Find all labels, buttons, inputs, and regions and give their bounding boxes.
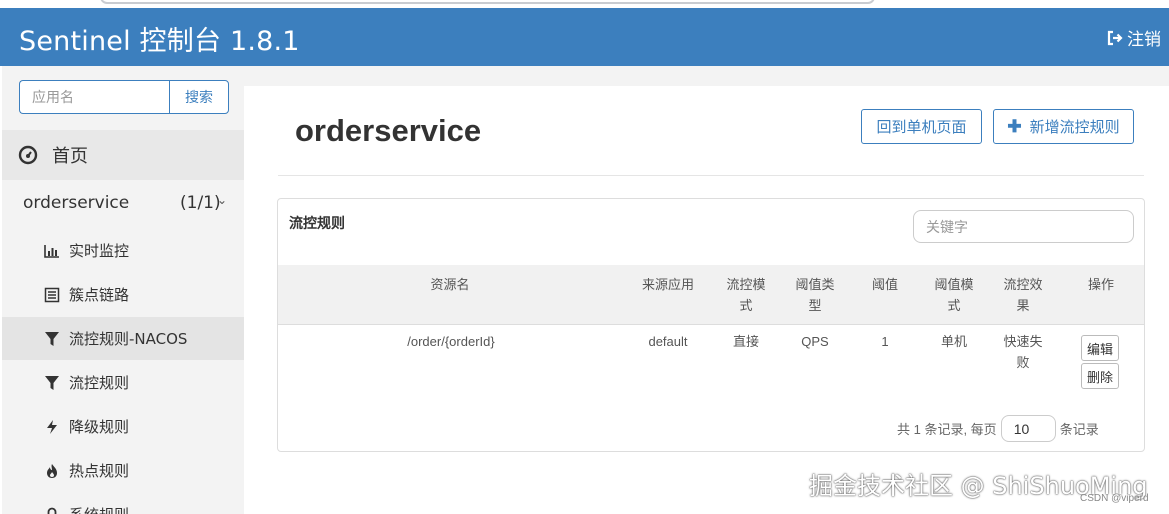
cell-mode: 直接 (732, 334, 759, 349)
cell-source: default (648, 334, 688, 349)
logout-label: 注销 (1127, 30, 1161, 50)
col-effect: 流控效 果 (995, 274, 1051, 316)
sidebar-item-label: 降级规则 (69, 418, 130, 436)
back-to-machine-button[interactable]: 回到单机页面 (861, 109, 982, 144)
sidebar-item-label: 流控规则 (69, 374, 130, 392)
fire-icon (44, 463, 60, 479)
edit-button[interactable]: 编辑 (1081, 335, 1119, 361)
sidebar-item-flow[interactable]: 流控规则 (2, 361, 244, 404)
col-effect-line2: 果 (1016, 298, 1030, 313)
col-mode: 流控模 式 (718, 274, 774, 316)
pagination: 共 1 条记录, 每页 条记录 (897, 415, 1099, 442)
col-effect-line1: 流控效 (1003, 277, 1043, 292)
app-search-input[interactable] (19, 80, 169, 114)
plus-icon: ✚ (1007, 116, 1022, 136)
cell-threshold: 1 (881, 334, 889, 349)
keyword-search-input[interactable] (913, 210, 1134, 243)
title-divider (278, 175, 1144, 176)
sidebar-item-realtime[interactable]: 实时监控 (2, 229, 244, 272)
col-threshold-mode-line2: 式 (947, 298, 961, 313)
delete-button[interactable]: 删除 (1081, 363, 1119, 389)
panel-title: 流控规则 (289, 215, 345, 231)
sidebar-item-flow-nacos[interactable]: 流控规则-NACOS (2, 317, 244, 360)
cell-effect-line2: 败 (1016, 355, 1030, 370)
sidebar-app-name: orderservice (23, 193, 130, 213)
cell-effect-line1: 快速失 (1003, 334, 1043, 349)
address-pill[interactable] (100, 0, 875, 4)
page-title: orderservice (295, 113, 482, 148)
browser-address-bar (0, 0, 1169, 8)
col-threshold-type: 阈值类 型 (787, 274, 843, 316)
col-threshold-mode-line1: 阈值模 (934, 277, 974, 292)
top-header: Sentinel 控制台 1.8.1 注销 (0, 8, 1169, 66)
col-threshold-mode: 阈值模 式 (926, 274, 982, 316)
csdn-mark: CSDN @viperd (1080, 493, 1149, 504)
bolt-icon (44, 419, 60, 435)
col-resource: 资源名 (430, 277, 470, 292)
dashboard-icon (18, 145, 38, 165)
sidebar-item-cluster[interactable]: 簇点链路 (2, 273, 244, 316)
logout-link[interactable]: 注销 (1106, 25, 1161, 50)
filter-icon (44, 375, 60, 391)
sidebar-item-hotspot[interactable]: 热点规则 (2, 449, 244, 492)
add-flow-rule-button[interactable]: ✚ 新增流控规则 (993, 109, 1134, 144)
col-mode-line1: 流控模 (726, 277, 766, 292)
app-title: Sentinel 控制台 1.8.1 (19, 26, 300, 57)
sidebar-app-toggle[interactable]: orderservice (1/1) ⌄ (2, 180, 244, 226)
cell-resource: /order/{orderId} (407, 334, 495, 349)
bar-chart-icon (44, 243, 60, 259)
list-icon (44, 287, 60, 303)
sidebar-app-count: (1/1) (180, 193, 221, 213)
sidebar-home-label: 首页 (52, 146, 88, 167)
pager-prefix: 共 1 条记录, 每页 (897, 422, 997, 437)
flow-rule-panel: 流控规则 资源名 来源应用 流控模 式 阈值类 型 阈值 阈值模 式 流控效 果… (277, 198, 1145, 452)
col-threshold: 阈值 (871, 277, 898, 292)
sidebar-item-label: 簇点链路 (69, 286, 130, 304)
col-threshold-type-line2: 型 (808, 298, 822, 313)
add-flow-rule-label: 新增流控规则 (1029, 119, 1120, 136)
sidebar-item-degrade[interactable]: 降级规则 (2, 405, 244, 448)
page-size-input[interactable] (1000, 415, 1056, 442)
sidebar: 搜索 首页 orderservice (1/1) ⌄ 实时监控 簇点链路 流控规… (2, 66, 244, 514)
sidebar-item-label: 系统规则 (69, 504, 129, 514)
lock-icon (44, 507, 60, 514)
search-button[interactable]: 搜索 (169, 80, 229, 114)
main-top-strip (244, 66, 1169, 86)
col-threshold-type-line1: 阈值类 (795, 277, 835, 292)
filter-icon (44, 331, 60, 347)
cell-threshold-mode: 单机 (940, 334, 967, 349)
sidebar-item-label: 流控规则-NACOS (69, 330, 188, 348)
sidebar-item-label: 实时监控 (69, 242, 130, 260)
table-header: 资源名 来源应用 流控模 式 阈值类 型 阈值 阈值模 式 流控效 果 操作 (278, 265, 1144, 325)
app-search: 搜索 (19, 80, 229, 114)
cell-threshold-type: QPS (801, 334, 829, 349)
sidebar-item-home[interactable]: 首页 (2, 130, 244, 180)
sidebar-item-system[interactable]: 系统规则 (2, 493, 244, 514)
col-source: 来源应用 (641, 277, 694, 292)
chevron-down-icon: ⌄ (217, 193, 228, 207)
col-mode-line2: 式 (739, 298, 753, 313)
cell-effect: 快速失 败 (995, 331, 1051, 373)
logout-icon (1107, 30, 1123, 45)
sidebar-item-label: 热点规则 (69, 462, 130, 480)
pager-suffix: 条记录 (1059, 422, 1099, 437)
col-actions: 操作 (1087, 277, 1114, 292)
